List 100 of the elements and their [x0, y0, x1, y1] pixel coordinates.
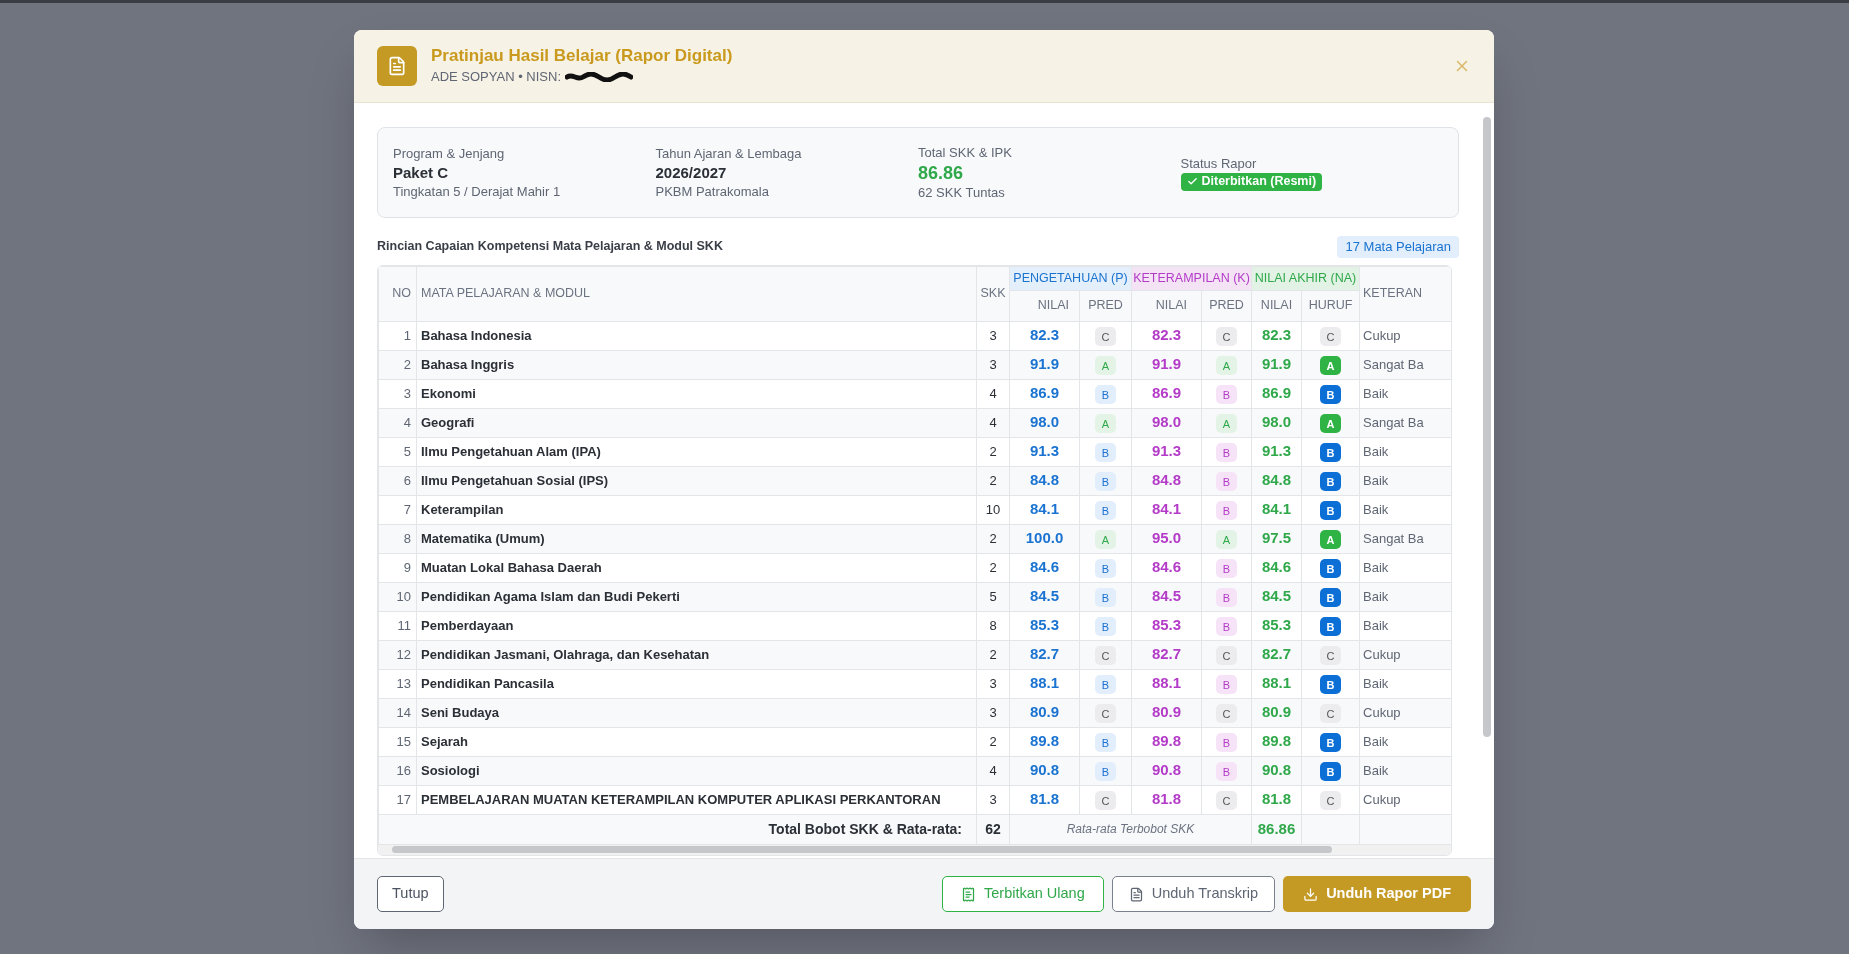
- skk-cell: 4: [976, 756, 1010, 785]
- column-header: NILAI: [1251, 290, 1302, 321]
- predicate-badge: C: [1216, 791, 1237, 811]
- skk-cell: 3: [976, 669, 1010, 698]
- subject-name: Keterampilan: [416, 495, 977, 524]
- predicate-badge: B: [1095, 472, 1116, 492]
- total-label: Total Bobot SKK & Rata-rata:: [378, 814, 977, 844]
- row-number: 6: [378, 466, 417, 495]
- knowledge-score: 91.3: [1009, 437, 1080, 466]
- predicate-badge: B: [1095, 501, 1116, 521]
- final-score: 85.3: [1251, 611, 1302, 640]
- skk-cell: 5: [976, 582, 1010, 611]
- predicate-badge: C: [1095, 327, 1116, 347]
- column-header: NO: [378, 266, 417, 321]
- skk-cell: 2: [976, 553, 1010, 582]
- predicate-badge: B: [1216, 385, 1237, 405]
- predicate-badge: A: [1216, 530, 1237, 550]
- knowledge-score: 90.8: [1009, 756, 1080, 785]
- subject-name: Geografi: [416, 408, 977, 437]
- final-score: 90.8: [1251, 756, 1302, 785]
- grade-badge: B: [1320, 443, 1341, 463]
- knowledge-score: 82.3: [1009, 321, 1080, 350]
- knowledge-score: 85.3: [1009, 611, 1080, 640]
- skill-score: 81.8: [1131, 785, 1202, 814]
- summary-label: Total SKK & IPK: [918, 143, 1013, 162]
- skk-cell: 3: [976, 698, 1010, 727]
- predicate-badge: A: [1095, 530, 1116, 550]
- close-button[interactable]: Tutup: [377, 876, 444, 912]
- final-score: 97.5: [1251, 524, 1302, 553]
- column-header: PRED: [1201, 290, 1252, 321]
- summary-detail: 62 SKK Tuntas: [918, 183, 1006, 202]
- summary-label: Program & Jenjang: [393, 144, 506, 163]
- knowledge-score: 82.7: [1009, 640, 1080, 669]
- redaction-mark: [565, 72, 633, 82]
- final-score: 84.8: [1251, 466, 1302, 495]
- subject-name: Ilmu Pengetahuan Alam (IPA): [416, 437, 977, 466]
- grade-badge: B: [1320, 501, 1341, 521]
- predicate-badge: C: [1095, 704, 1116, 724]
- total-note: Rata-rata Terbobot SKK: [1009, 814, 1252, 844]
- row-number: 16: [378, 756, 417, 785]
- student-info: ADE SOPYAN • NISN:: [431, 68, 561, 87]
- subject-name: Ilmu Pengetahuan Sosial (IPS): [416, 466, 977, 495]
- row-number: 5: [378, 437, 417, 466]
- final-score: 82.7: [1251, 640, 1302, 669]
- grade-badge: A: [1320, 414, 1341, 434]
- skill-score: 91.3: [1131, 437, 1202, 466]
- receipt-icon: [961, 886, 976, 902]
- check-icon: [1186, 176, 1198, 187]
- predicate-badge: B: [1095, 733, 1116, 753]
- predicate-badge: C: [1216, 327, 1237, 347]
- skill-score: 82.3: [1131, 321, 1202, 350]
- skill-score: 84.8: [1131, 466, 1202, 495]
- predicate-badge: B: [1095, 443, 1116, 463]
- knowledge-score: 100.0: [1009, 524, 1080, 553]
- skk-cell: 3: [976, 785, 1010, 814]
- final-score: 98.0: [1251, 408, 1302, 437]
- row-number: 13: [378, 669, 417, 698]
- vertical-scrollbar[interactable]: [1482, 103, 1494, 858]
- row-number: 8: [378, 524, 417, 553]
- final-score: 91.9: [1251, 350, 1302, 379]
- row-number: 3: [378, 379, 417, 408]
- knowledge-score: 91.9: [1009, 350, 1080, 379]
- knowledge-score: 84.6: [1009, 553, 1080, 582]
- final-score: 89.8: [1251, 727, 1302, 756]
- predicate-badge: B: [1216, 588, 1237, 608]
- skill-score: 90.8: [1131, 756, 1202, 785]
- final-score: 80.9: [1251, 698, 1302, 727]
- total-average: 86.86: [1251, 814, 1302, 844]
- subject-name: Seni Budaya: [416, 698, 977, 727]
- predicate-badge: C: [1095, 791, 1116, 811]
- final-score: 84.1: [1251, 495, 1302, 524]
- predicate-badge: A: [1095, 414, 1116, 434]
- row-number: 15: [378, 727, 417, 756]
- transcript-button[interactable]: Unduh Transkrip: [1111, 876, 1276, 912]
- horizontal-scrollbar[interactable]: [378, 844, 1451, 855]
- grade-badge: B: [1320, 588, 1341, 608]
- skk-cell: 3: [976, 321, 1010, 350]
- subject-name: Pendidikan Pancasila: [416, 669, 977, 698]
- skill-score: 84.5: [1131, 582, 1202, 611]
- row-number: 12: [378, 640, 417, 669]
- skill-score: 98.0: [1131, 408, 1202, 437]
- grade-badge: C: [1320, 327, 1341, 347]
- summary-detail: PKBM Patrakomala: [655, 182, 770, 201]
- row-number: 2: [378, 350, 417, 379]
- skk-cell: 4: [976, 408, 1010, 437]
- grade-badge: B: [1320, 675, 1341, 695]
- grade-badge: C: [1320, 791, 1341, 811]
- row-number: 4: [378, 408, 417, 437]
- final-score: 82.3: [1251, 321, 1302, 350]
- row-number: 11: [378, 611, 417, 640]
- column-header: SKK: [976, 266, 1010, 321]
- subject-name: Ekonomi: [416, 379, 977, 408]
- subject-name: Muatan Lokal Bahasa Daerah: [416, 553, 977, 582]
- reissue-button[interactable]: Terbitkan Ulang: [942, 876, 1104, 912]
- subject-count: 17 Mata Pelajaran: [1337, 236, 1459, 258]
- skill-score: 86.9: [1131, 379, 1202, 408]
- grade-badge: B: [1320, 385, 1341, 405]
- final-score: 86.9: [1251, 379, 1302, 408]
- total-skk: 62: [976, 814, 1010, 844]
- grade-badge: B: [1320, 559, 1341, 579]
